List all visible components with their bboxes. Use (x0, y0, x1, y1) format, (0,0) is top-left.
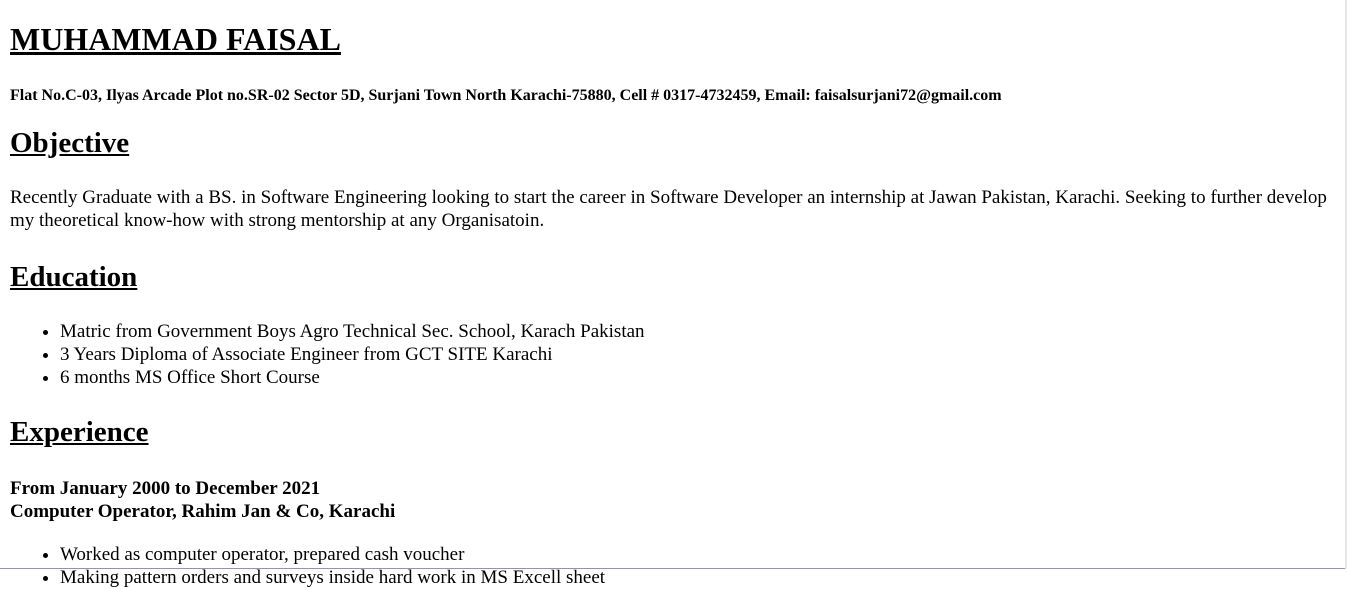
experience-role: Computer Operator, Rahim Jan & Co, Karac… (10, 501, 396, 522)
education-item: 6 months MS Office Short Course (60, 366, 1336, 389)
education-heading: Education (10, 261, 138, 293)
experience-item: Worked as computer operator, prepared ca… (60, 543, 1336, 566)
resume-page: MUHAMMAD FAISAL Flat No.C-03, Ilyas Arca… (10, 0, 1336, 589)
experience-meta: From January 2000 to December 2021 Compu… (10, 477, 1336, 523)
objective-heading: Objective (10, 127, 130, 159)
experience-heading: Experience (10, 416, 149, 448)
contact-info: Flat No.C-03, Ilyas Arcade Plot no.SR-02… (10, 87, 1002, 104)
experience-list: Worked as computer operator, prepared ca… (10, 543, 1336, 589)
education-list: Matric from Government Boys Agro Technic… (10, 320, 1336, 389)
education-item: 3 Years Diploma of Associate Engineer fr… (60, 343, 1336, 366)
experience-period: From January 2000 to December 2021 (10, 478, 321, 499)
resume-name: MUHAMMAD FAISAL (10, 21, 341, 57)
education-item: Matric from Government Boys Agro Technic… (60, 320, 1336, 343)
experience-item: Making pattern orders and surveys inside… (60, 566, 1336, 589)
objective-text: Recently Graduate with a BS. in Software… (10, 187, 1327, 231)
